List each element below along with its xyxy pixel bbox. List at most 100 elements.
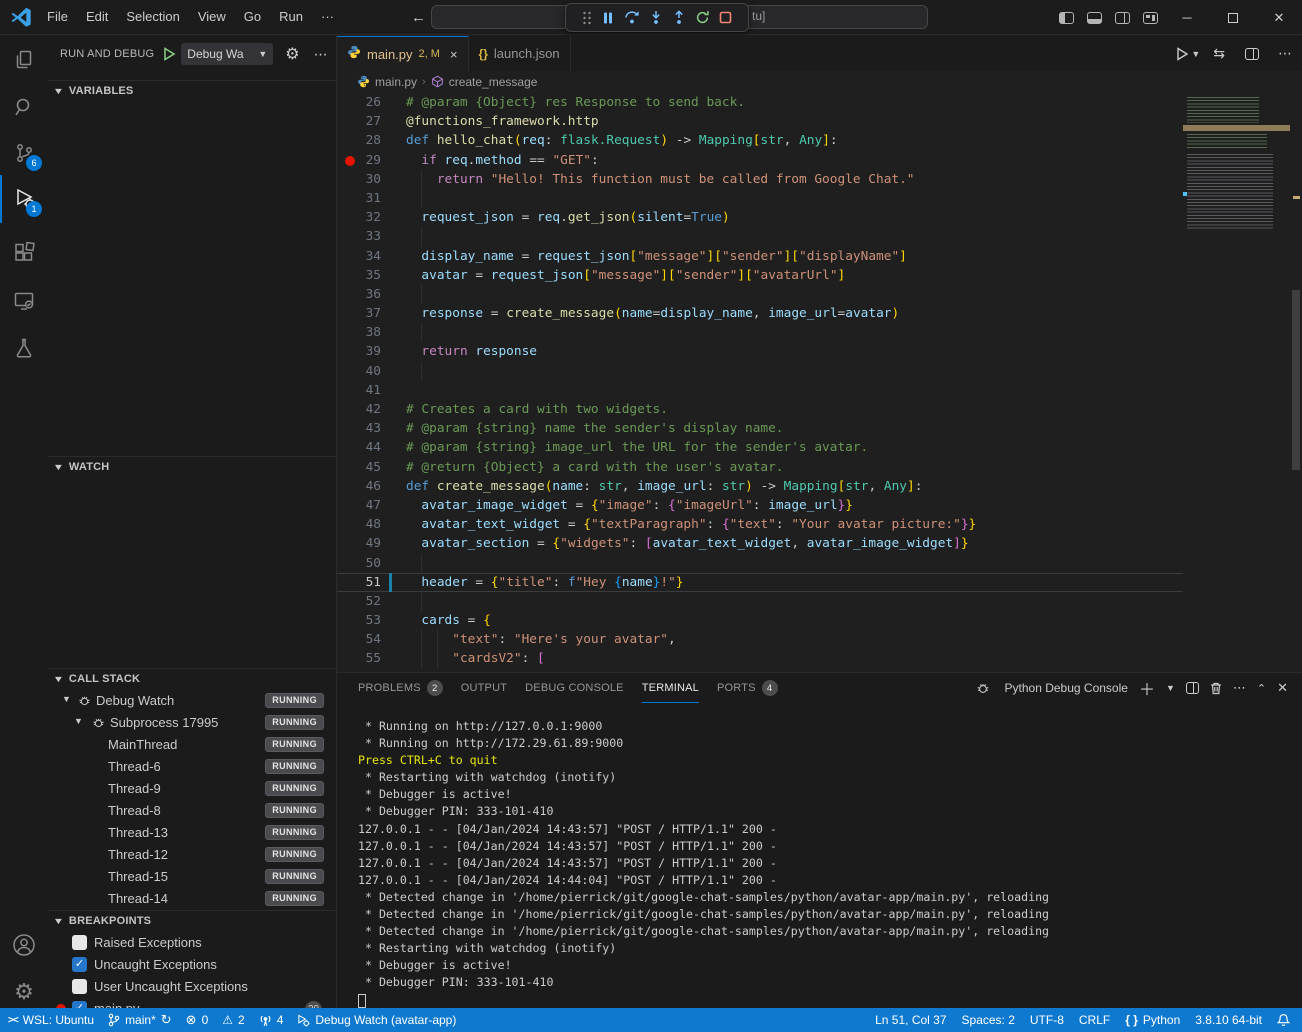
source-control-icon[interactable]: 6 (0, 129, 48, 177)
call-stack-row-thread-13[interactable]: Thread-13RUNNING (48, 822, 336, 844)
watch-section-header[interactable]: ▼ WATCH (48, 456, 336, 476)
status-item-main-[interactable]: main*↻ (108, 1012, 172, 1028)
breakpoint-row-user-uncaught-exceptions[interactable]: User Uncaught Exceptions (48, 976, 336, 998)
editor-scrollbar[interactable] (1290, 92, 1302, 672)
status-item-icon[interactable] (1277, 1013, 1290, 1027)
status-item-debug-watch--avatar-app-[interactable]: Debug Watch (avatar-app) (297, 1013, 456, 1027)
call-stack-section-header[interactable]: ▼ CALL STACK (48, 668, 336, 688)
checkbox[interactable] (72, 979, 87, 994)
menu-edit[interactable]: Edit (77, 0, 117, 34)
breakpoint-row-raised-exceptions[interactable]: Raised Exceptions (48, 932, 336, 954)
call-stack-row-thread-12[interactable]: Thread-12RUNNING (48, 844, 336, 866)
start-debug-icon[interactable] (162, 47, 176, 61)
call-stack-row-thread-9[interactable]: Thread-9RUNNING (48, 778, 336, 800)
panel-more-actions-icon[interactable]: ⋯ (1233, 680, 1246, 696)
status-item-python[interactable]: { }Python (1125, 1013, 1180, 1027)
run-and-debug-icon[interactable]: 1 (0, 175, 48, 223)
editor-more-actions-icon[interactable]: ⋯ (1278, 45, 1292, 62)
open-changes-icon[interactable]: ⇆ (1213, 45, 1225, 62)
drag-grip-icon[interactable] (582, 11, 592, 25)
extensions-icon[interactable] (0, 229, 48, 277)
console-label[interactable]: Python Debug Console (1005, 681, 1128, 695)
line-number: 49 (337, 534, 381, 553)
toggle-panel-icon[interactable] (1087, 12, 1102, 24)
minimap[interactable] (1183, 92, 1290, 672)
breadcrumb-symbol[interactable]: create_message (449, 75, 538, 89)
menu-run[interactable]: Run (270, 0, 312, 34)
minimize-button[interactable]: ─ (1164, 0, 1210, 35)
status-item-4[interactable]: 4 (259, 1013, 284, 1027)
toggle-secondary-sidebar-icon[interactable] (1115, 12, 1130, 24)
call-stack-row-debug-watch[interactable]: ▼Debug WatchRUNNING (48, 690, 336, 712)
scrollbar-thumb[interactable] (1292, 290, 1300, 470)
run-dropdown-chevron-icon[interactable]: ▼ (1191, 49, 1200, 59)
close-panel-icon[interactable]: ✕ (1277, 680, 1288, 696)
status-item-spaces--2[interactable]: Spaces: 2 (962, 1013, 1015, 1027)
breakpoints-section-header[interactable]: ▼ BREAKPOINTS (48, 910, 336, 930)
stop-icon[interactable] (719, 11, 732, 24)
close-tab-icon[interactable]: × (450, 47, 458, 62)
call-stack-row-thread-14[interactable]: Thread-14RUNNING (48, 888, 336, 910)
explorer-icon[interactable] (0, 36, 48, 84)
status-item-wsl--ubuntu[interactable]: ><WSL: Ubuntu (8, 1013, 94, 1027)
call-stack-row-subprocess-17995[interactable]: ▼Subprocess 17995RUNNING (48, 712, 336, 734)
status-item-0[interactable]: ⊗0 (186, 1012, 209, 1028)
menu-bar: FileEditSelectionViewGoRun··· (38, 0, 343, 34)
search-icon[interactable] (0, 83, 48, 131)
step-into-icon[interactable] (649, 10, 663, 25)
go-back-icon[interactable]: ← (411, 9, 426, 26)
checkbox[interactable] (72, 935, 87, 950)
toggle-sidebar-icon[interactable] (1059, 12, 1074, 24)
chevron-down-icon: ▼ (62, 694, 71, 704)
call-stack-row-thread-15[interactable]: Thread-15RUNNING (48, 866, 336, 888)
tab-launch-json[interactable]: {}launch.json (469, 36, 571, 71)
pause-icon[interactable] (601, 11, 615, 25)
status-item-2[interactable]: ⚠2 (222, 1013, 244, 1027)
code-editor[interactable]: 26# @param {Object} res Response to send… (337, 92, 1302, 672)
checkbox[interactable]: ✓ (72, 957, 87, 972)
testing-icon[interactable] (0, 324, 48, 372)
run-python-file-icon[interactable] (1175, 47, 1189, 61)
close-button[interactable]: ✕ (1256, 0, 1302, 35)
panel-tab-terminal[interactable]: TERMINAL (642, 673, 699, 703)
remote-explorer-icon[interactable] (0, 277, 48, 325)
restart-icon[interactable] (695, 10, 710, 25)
maximize-panel-icon[interactable]: ⌃ (1257, 682, 1266, 695)
split-terminal-icon[interactable] (1186, 682, 1199, 694)
minimap-marker (1183, 192, 1187, 196)
status-item-crlf[interactable]: CRLF (1079, 1013, 1110, 1027)
status-item-ln-51--col-37[interactable]: Ln 51, Col 37 (875, 1013, 946, 1027)
accounts-icon[interactable] (0, 921, 48, 969)
panel-tab-debug-console[interactable]: DEBUG CONSOLE (525, 673, 624, 703)
call-stack-row-thread-8[interactable]: Thread-8RUNNING (48, 800, 336, 822)
menu-view[interactable]: View (189, 0, 235, 34)
panel-tab-output[interactable]: OUTPUT (461, 673, 507, 703)
status-item-3-8-10-64-bit[interactable]: 3.8.10 64-bit (1195, 1013, 1262, 1027)
call-stack-row-thread-6[interactable]: Thread-6RUNNING (48, 756, 336, 778)
customize-layout-icon[interactable] (1143, 12, 1158, 24)
panel-tab-ports[interactable]: PORTS4 (717, 673, 778, 703)
menu-go[interactable]: Go (235, 0, 270, 34)
new-terminal-icon[interactable]: ＋ (1139, 676, 1155, 700)
terminal-output[interactable]: * Running on http://127.0.0.1:9000 * Run… (337, 703, 1302, 1009)
split-editor-icon[interactable] (1245, 48, 1259, 60)
maximize-button[interactable] (1210, 0, 1256, 35)
terminal-line: * Detected change in '/home/pierrick/git… (358, 889, 1302, 906)
variables-section-header[interactable]: ▼ VARIABLES (48, 80, 336, 100)
call-stack-row-mainthread[interactable]: MainThreadRUNNING (48, 734, 336, 756)
step-out-icon[interactable] (672, 10, 686, 25)
menu-selection[interactable]: Selection (117, 0, 188, 34)
breadcrumb-file[interactable]: main.py (375, 75, 417, 89)
status-item-utf-8[interactable]: UTF-8 (1030, 1013, 1064, 1027)
breakpoint-row-uncaught-exceptions[interactable]: ✓Uncaught Exceptions (48, 954, 336, 976)
menu-[interactable]: ··· (312, 0, 343, 34)
debug-config-select[interactable]: Debug Wa ▼ (181, 43, 273, 65)
step-over-icon[interactable] (624, 10, 640, 25)
panel-tab-problems[interactable]: PROBLEMS2 (358, 673, 443, 703)
terminal-dropdown-icon[interactable]: ▼ (1166, 683, 1175, 693)
kill-terminal-trash-icon[interactable] (1210, 682, 1222, 695)
tab-main-py[interactable]: main.py2, M× (337, 36, 469, 71)
menu-file[interactable]: File (38, 0, 77, 34)
debug-settings-gear-icon[interactable]: ⚙ (285, 44, 299, 64)
sidebar-more-actions-icon[interactable]: ⋯ (314, 46, 329, 63)
